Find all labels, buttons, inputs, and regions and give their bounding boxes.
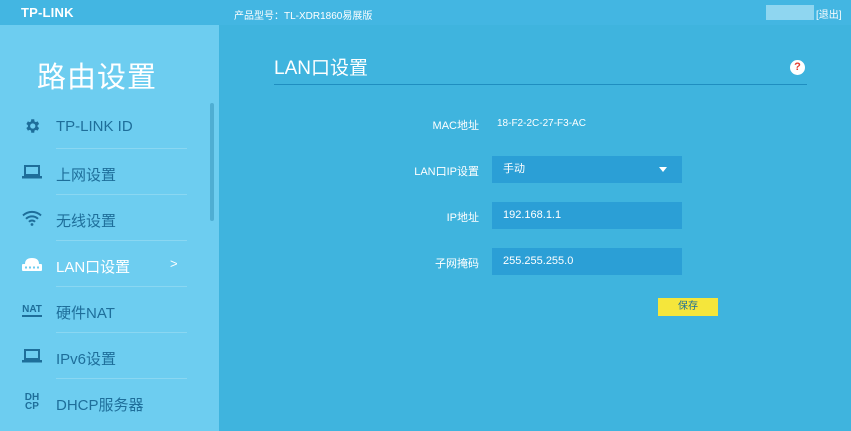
subnet-mask-value: 255.255.255.0 [503,255,574,267]
model-label: 产品型号：TL-XDR1860易展版 [234,11,373,22]
ip-address-value: 192.168.1.1 [503,209,562,221]
sidebar-item-lan[interactable]: LAN口设置 > [0,241,187,287]
save-button[interactable]: 保存 [658,298,718,316]
sidebar-item-label: 硬件NAT [56,305,115,322]
laptop-icon [22,163,42,181]
sidebar-item-hardware-nat[interactable]: NAT 硬件NAT [0,287,187,333]
user-box [766,5,814,20]
sidebar-title: 路由设置 [37,62,158,94]
sidebar-item-ipv6[interactable]: IPv6设置 [0,333,187,379]
gear-icon [22,117,42,135]
sidebar-item-internet[interactable]: 上网设置 [0,149,187,195]
router-icon [22,255,42,273]
logout-link[interactable]: [退出] [816,6,842,21]
dhcp-icon: DH CP [22,391,42,413]
sidebar-scrollbar[interactable] [210,103,214,221]
page-title: LAN口设置 [274,58,368,79]
dhcp-icon-text: DH CP [24,392,40,412]
chevron-right-icon: > [170,256,178,271]
nat-icon-text: NAT [22,303,42,315]
sidebar: 路由设置 TP-LINK ID 上网设置 无线设置 LAN口设置 > NAT 硬… [0,25,219,431]
mask-label: 子网掩码 [435,258,479,270]
lan-ip-mode-value: 手动 [503,163,525,175]
ip-label: IP地址 [446,212,479,224]
sidebar-item-label: IPv6设置 [56,351,117,368]
mac-value: 18-F2-2C-27-F3-AC [497,118,586,129]
sidebar-item-label: LAN口设置 [56,259,131,276]
top-bar: TP-LINK 产品型号：TL-XDR1860易展版 [退出] [0,0,851,25]
lan-ip-label: LAN口IP设置 [414,166,479,178]
mac-label: MAC地址 [432,120,479,132]
laptop-icon [22,347,42,365]
brand-logo: TP-LINK [21,5,74,20]
chevron-down-icon [659,167,667,172]
title-divider [274,84,807,85]
nat-icon: NAT [22,303,42,317]
sidebar-item-label: TP-LINK ID [56,118,133,135]
sidebar-item-dhcp[interactable]: DH CP DHCP服务器 [0,379,187,425]
wifi-icon [22,209,42,227]
lan-ip-mode-select[interactable]: 手动 [492,156,682,183]
ip-address-field[interactable]: 192.168.1.1 [492,202,682,229]
sidebar-item-tplink-id[interactable]: TP-LINK ID [0,103,187,149]
sidebar-item-label: DHCP服务器 [56,397,144,414]
sidebar-item-label: 无线设置 [56,213,117,230]
help-icon[interactable]: ? [790,60,805,75]
subnet-mask-field[interactable]: 255.255.255.0 [492,248,682,275]
sidebar-item-label: 上网设置 [56,167,117,184]
sidebar-item-wireless[interactable]: 无线设置 [0,195,187,241]
